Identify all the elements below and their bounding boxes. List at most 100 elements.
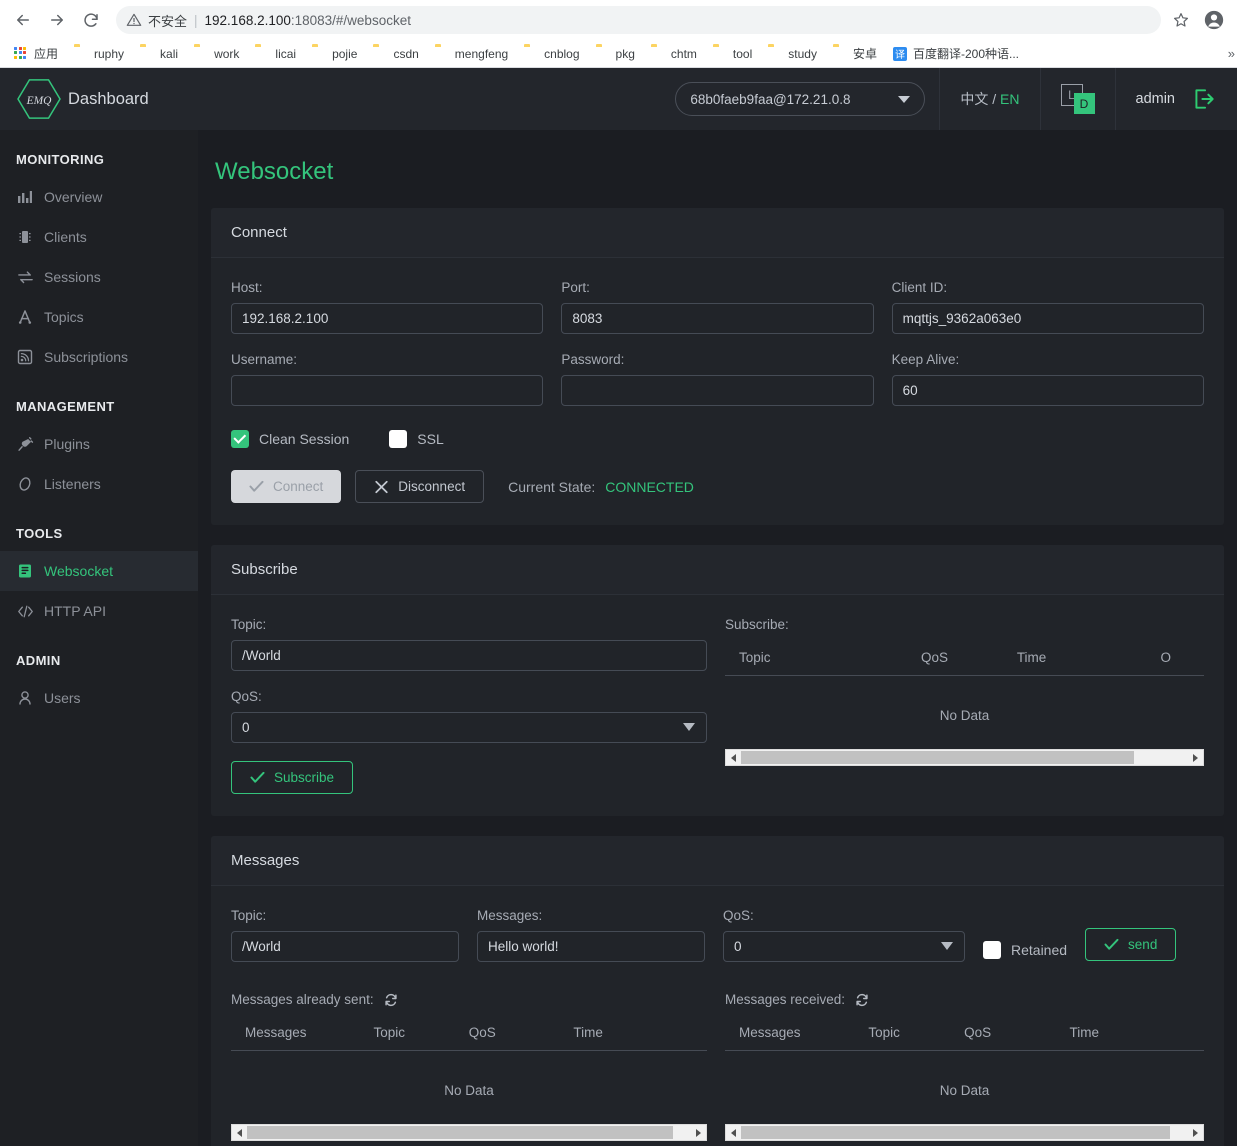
scroll-thumb[interactable] (247, 1126, 673, 1139)
bookmark-item[interactable]: cnblog (516, 45, 587, 63)
code-brackets-icon (16, 602, 34, 620)
bookmark-item[interactable]: kali (132, 45, 186, 63)
sidebar-item-plugins[interactable]: Plugins (0, 424, 198, 464)
bookmark-item[interactable]: study (760, 45, 825, 63)
sidebar-item-subscriptions[interactable]: Subscriptions (0, 337, 198, 377)
retained-checkbox[interactable] (983, 941, 1001, 959)
sidebar-item-websocket[interactable]: Websocket (0, 551, 198, 591)
sidebar-item-users[interactable]: Users (0, 678, 198, 718)
scroll-left-arrow-icon[interactable] (726, 1125, 741, 1140)
message-topic-label: Topic: (231, 908, 459, 923)
bookmark-item[interactable]: pkg (588, 45, 643, 63)
scroll-left-arrow-icon[interactable] (726, 750, 741, 765)
sidebar-item-clients[interactable]: Clients (0, 217, 198, 257)
scroll-right-arrow-icon[interactable] (1188, 1125, 1203, 1140)
connect-button[interactable]: Connect (231, 470, 341, 503)
username-input[interactable] (231, 375, 543, 406)
sidebar-item-sessions[interactable]: Sessions (0, 257, 198, 297)
message-topic-input[interactable] (231, 931, 459, 962)
retained-group: Retained (983, 941, 1067, 962)
client-id-field: Client ID: (892, 280, 1204, 334)
theme-toggle[interactable]: L D (1040, 68, 1115, 130)
bookmark-label: tool (733, 47, 752, 61)
port-input[interactable] (561, 303, 873, 334)
sidebar-item-listeners[interactable]: Listeners (0, 464, 198, 504)
password-input[interactable] (561, 375, 873, 406)
sidebar: EMQ Dashboard MONITORINGOverviewClientsS… (0, 68, 198, 1146)
bookmark-label: csdn (393, 47, 418, 61)
ssl-label: SSL (417, 431, 443, 447)
bookmark-item[interactable]: mengfeng (427, 45, 516, 63)
forward-button[interactable] (42, 5, 72, 35)
subscribe-button[interactable]: Subscribe (231, 761, 353, 794)
emq-logo-icon: EMQ (16, 78, 62, 120)
node-selector[interactable]: 68b0faeb9faa@172.21.0.8 (675, 82, 925, 116)
keepalive-input[interactable] (892, 375, 1204, 406)
connect-panel: Connect Host: Port: Client ID: (211, 208, 1224, 525)
connect-panel-body: Host: Port: Client ID: (211, 258, 1224, 525)
sidebar-item-label: Topics (44, 309, 84, 325)
refresh-icon[interactable] (855, 993, 869, 1007)
scroll-track[interactable] (741, 750, 1188, 765)
bookmark-item[interactable]: csdn (365, 45, 426, 63)
scroll-right-arrow-icon[interactable] (691, 1125, 706, 1140)
bookmark-item[interactable]: licai (247, 45, 304, 63)
scroll-right-arrow-icon[interactable] (1188, 750, 1203, 765)
message-qos-select[interactable] (723, 931, 965, 962)
not-secure-warning-icon (126, 12, 142, 28)
messages-tables-row: Messages already sent: MessagesTopicQoST… (231, 992, 1204, 1141)
connect-row-2: Username: Password: Keep Alive: (231, 352, 1204, 424)
messages-sent-hscrollbar[interactable] (231, 1124, 707, 1141)
refresh-icon[interactable] (384, 993, 398, 1007)
bookmark-item[interactable]: tool (705, 45, 760, 63)
logout-icon[interactable] (1191, 86, 1217, 112)
address-bar[interactable]: 不安全 | 192.168.2.100:18083/#/websocket (116, 6, 1161, 34)
bookmark-item[interactable]: 译百度翻译-200种语... (885, 43, 1027, 64)
sidebar-section-title: MANAGEMENT (0, 377, 198, 424)
bookmark-item[interactable]: work (186, 45, 247, 63)
bookmark-button[interactable] (1167, 6, 1195, 34)
host-input[interactable] (231, 303, 543, 334)
scroll-left-arrow-icon[interactable] (232, 1125, 247, 1140)
bookmark-label: chtm (671, 47, 697, 61)
reload-button[interactable] (76, 5, 106, 35)
client-id-label: Client ID: (892, 280, 1204, 295)
scroll-track[interactable] (247, 1125, 691, 1140)
sidebar-item-label: Websocket (44, 563, 113, 579)
folder-icon (713, 47, 727, 61)
subscribe-table-hscrollbar[interactable] (725, 749, 1204, 766)
scroll-thumb[interactable] (741, 751, 1134, 764)
user-menu[interactable]: admin (1115, 68, 1237, 130)
messages-received-hscrollbar[interactable] (725, 1124, 1204, 1141)
message-body-input[interactable] (477, 931, 705, 962)
retained-label: Retained (1011, 942, 1067, 958)
security-status-text: 不安全 (148, 11, 187, 30)
subscribe-panel: Subscribe Topic: QoS: (211, 545, 1224, 816)
bookmark-item[interactable]: 安卓 (825, 43, 885, 64)
sidebar-item-http-api[interactable]: HTTP API (0, 591, 198, 631)
bookmark-item[interactable]: 应用 (6, 43, 66, 64)
scroll-thumb[interactable] (741, 1126, 1170, 1139)
client-id-input[interactable] (892, 303, 1204, 334)
sidebar-item-topics[interactable]: Topics (0, 297, 198, 337)
clean-session-checkbox[interactable] (231, 430, 249, 448)
ssl-checkbox[interactable] (389, 430, 407, 448)
bookmarks-overflow-icon[interactable]: » (1228, 46, 1235, 61)
sidebar-item-overview[interactable]: Overview (0, 177, 198, 217)
current-state-value: CONNECTED (605, 479, 694, 495)
send-button[interactable]: send (1085, 928, 1176, 961)
scroll-track[interactable] (741, 1125, 1188, 1140)
sidebar-item-label: Sessions (44, 269, 101, 285)
profile-button[interactable] (1199, 5, 1229, 35)
subscribe-qos-select[interactable] (231, 712, 707, 743)
language-switcher[interactable]: 中文 / EN (939, 68, 1039, 130)
exchange-arrows-icon (16, 268, 34, 286)
subscribe-topic-input[interactable] (231, 640, 707, 671)
back-button[interactable] (8, 5, 38, 35)
bookmark-item[interactable]: ruphy (66, 45, 132, 63)
plug-icon (16, 435, 34, 453)
bookmark-item[interactable]: pojie (304, 45, 365, 63)
disconnect-button[interactable]: Disconnect (355, 470, 484, 503)
subscribe-qos-select-wrap (231, 712, 707, 743)
bookmark-item[interactable]: chtm (643, 45, 705, 63)
